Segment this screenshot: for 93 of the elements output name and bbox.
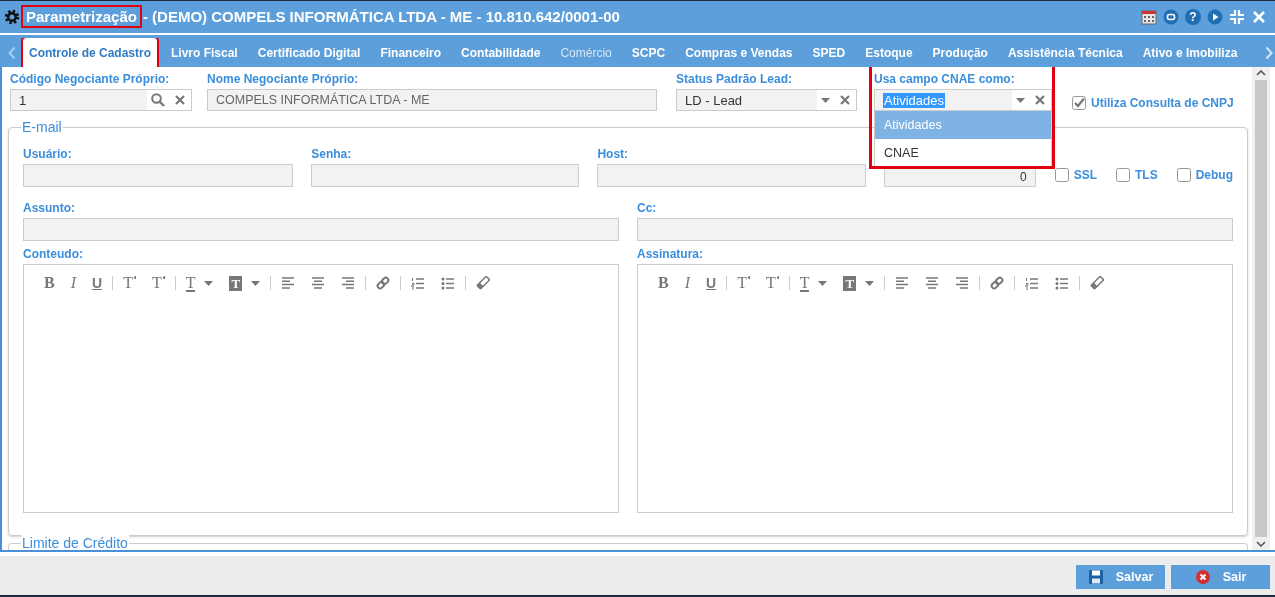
exit-button[interactable]: Sair [1171, 565, 1270, 590]
chevron-down-icon[interactable] [1256, 541, 1266, 548]
play-icon[interactable] [1207, 8, 1223, 25]
field-label: Cc: [637, 201, 658, 216]
exit-icon [1194, 569, 1211, 586]
field-label: Código Negociante Próprio: [10, 72, 171, 87]
close-icon[interactable] [1251, 8, 1267, 25]
calendar-icon[interactable] [1141, 8, 1157, 25]
field-label: Host: [597, 147, 630, 162]
clear-icon[interactable] [840, 95, 850, 106]
bullet-list-icon[interactable] [1055, 276, 1070, 290]
rich-text-editor[interactable]: B I U T T T T [637, 264, 1233, 514]
field-label: Assunto: [23, 201, 76, 216]
window-title: Parametrização [23, 7, 140, 27]
align-left-icon[interactable] [281, 277, 296, 290]
ordered-list-icon[interactable] [411, 276, 426, 290]
align-left-icon[interactable] [895, 277, 910, 290]
checkbox-label: SSL [1073, 168, 1097, 183]
eraser-icon[interactable] [476, 276, 491, 291]
text-field[interactable] [637, 218, 1233, 242]
tab[interactable]: Ativo e Imobiliza [1136, 38, 1244, 68]
tab[interactable]: Certificado Digital [251, 38, 367, 68]
checkbox-label: Debug [1195, 168, 1233, 183]
checkbox-label: TLS [1134, 168, 1158, 183]
chevron-up-icon[interactable] [1256, 70, 1266, 77]
text-field[interactable] [23, 218, 619, 242]
field-label: Nome Negociante Próprio: [207, 72, 360, 87]
text-color-button[interactable]: T [185, 274, 214, 292]
window-subtitle: - (DEMO) COMPELS INFORMÁTICA LTDA - ME - 10.810.642/0001-00 [142, 8, 620, 26]
text-field[interactable]: COMPELS INFORMÁTICA LTDA - ME [207, 89, 657, 112]
compress-icon[interactable] [1229, 8, 1245, 25]
tab[interactable]: SPED [806, 38, 852, 68]
checkbox-label: Utiliza Consulta de CNPJ [1091, 96, 1234, 111]
rich-text-editor[interactable]: B I U T T T T [23, 264, 619, 514]
lookup-field[interactable]: 1 [10, 89, 192, 112]
highlight-color-button[interactable]: T [843, 275, 875, 291]
field-label: Usa campo CNAE como: [874, 72, 1016, 87]
chevron-right-icon[interactable] [1265, 46, 1273, 61]
checkbox[interactable] [1072, 96, 1086, 111]
select-field[interactable]: Atividades [874, 89, 1052, 112]
eraser-icon[interactable] [1090, 276, 1105, 291]
clear-icon[interactable] [1035, 95, 1045, 106]
search-icon[interactable] [151, 93, 165, 108]
clear-icon[interactable] [175, 95, 185, 106]
checkbox[interactable] [1115, 168, 1130, 183]
field-label: Status Padrão Lead: [676, 72, 794, 87]
caret-down-icon [204, 280, 214, 286]
underline-button[interactable]: U [92, 275, 103, 292]
align-center-icon[interactable] [925, 277, 940, 290]
tab[interactable]: SCPC [625, 38, 672, 68]
tab[interactable]: Assistência Técnica [1001, 38, 1129, 68]
scrollbar[interactable] [1252, 67, 1270, 551]
underline-button[interactable]: U [706, 275, 717, 292]
gear-icon [4, 8, 20, 25]
align-center-icon[interactable] [311, 277, 326, 290]
select-field[interactable]: LD - Lead [676, 89, 857, 112]
italic-button[interactable]: I [70, 274, 76, 293]
caret-down-icon[interactable] [1016, 97, 1025, 103]
ordered-list-icon[interactable] [1025, 276, 1040, 290]
section-legend: Limite de Crédito [21, 535, 129, 551]
bullet-list-icon[interactable] [441, 276, 456, 290]
align-right-icon[interactable] [955, 277, 970, 290]
field-label: Assinatura: [637, 247, 705, 262]
help-button[interactable]: ? [1185, 8, 1201, 25]
text-field[interactable] [311, 164, 580, 188]
align-right-icon[interactable] [341, 277, 356, 290]
caret-down-icon [865, 280, 875, 286]
caret-down-icon [818, 280, 828, 286]
checkbox[interactable] [1054, 168, 1069, 183]
field-label: Conteudo: [23, 247, 84, 262]
chat-icon[interactable] [1163, 8, 1179, 25]
tab[interactable]: Controle de Cadastro [23, 38, 157, 68]
link-icon[interactable] [376, 276, 391, 291]
highlight-color-button[interactable]: T [229, 275, 261, 291]
link-icon[interactable] [990, 276, 1005, 291]
tab[interactable]: Produção [926, 38, 994, 68]
field-label: Senha: [311, 147, 353, 162]
italic-button[interactable]: I [684, 274, 690, 293]
field-label: Usuário: [23, 147, 73, 162]
text-color-button[interactable]: T [799, 274, 828, 292]
checkbox[interactable] [1176, 168, 1191, 183]
tab[interactable]: Livro Fiscal [165, 38, 244, 68]
caret-down-icon [251, 280, 261, 286]
caret-down-icon[interactable] [821, 97, 830, 103]
tab[interactable]: Compras e Vendas [679, 38, 799, 68]
tab[interactable]: Financeiro [374, 38, 448, 68]
tab[interactable]: Contabilidade [455, 38, 547, 68]
bold-button[interactable]: B [44, 274, 55, 293]
save-button[interactable]: Salvar [1076, 565, 1165, 590]
text-field[interactable] [597, 164, 866, 188]
bold-button[interactable]: B [658, 274, 669, 293]
tab[interactable]: Estoque [859, 38, 919, 68]
text-field[interactable] [23, 164, 294, 188]
